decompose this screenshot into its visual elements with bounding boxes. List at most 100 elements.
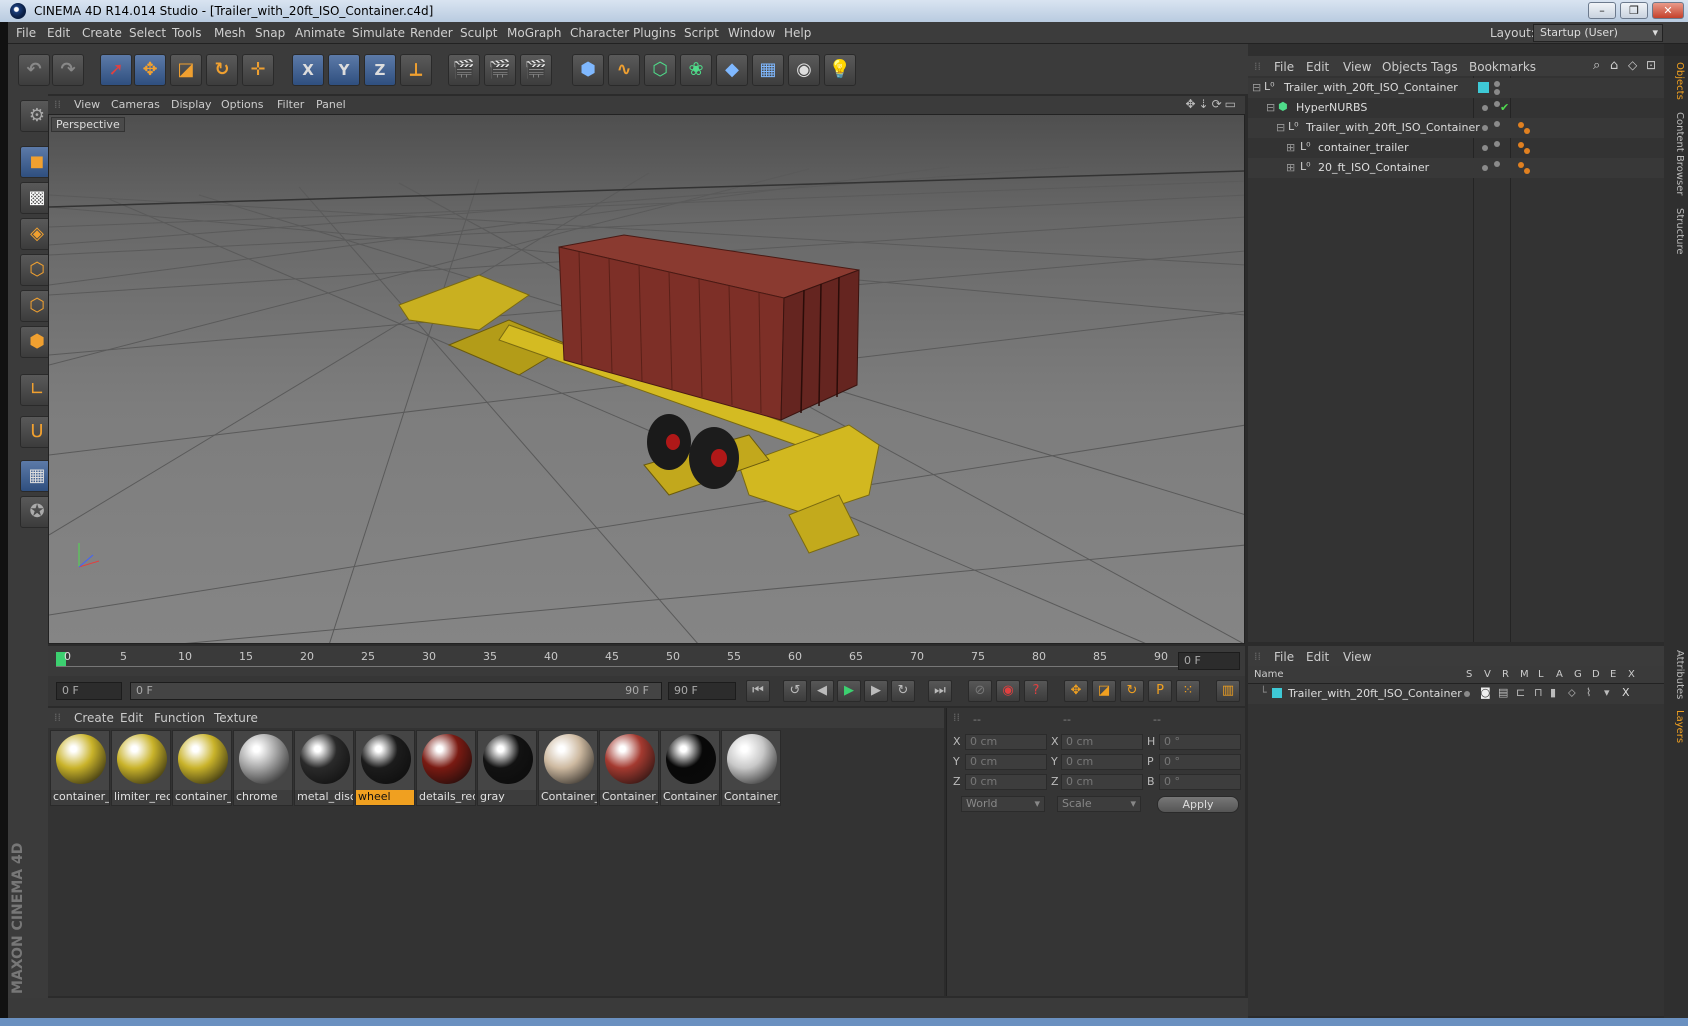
camera-icon[interactable]: ◉ bbox=[788, 54, 820, 86]
transform-tool-icon[interactable]: ✛ bbox=[242, 54, 274, 86]
menu-create[interactable]: Create bbox=[82, 26, 122, 40]
expand-icon[interactable]: ⊞ bbox=[1286, 141, 1295, 154]
material-menu-texture[interactable]: Texture bbox=[214, 711, 258, 725]
material-tag-icon[interactable] bbox=[1518, 122, 1524, 128]
material-tile[interactable]: Container_ bbox=[721, 730, 781, 806]
nurbs-icon[interactable]: ⬡ bbox=[644, 54, 676, 86]
size-mode-dropdown[interactable]: Scale ▾ bbox=[1057, 796, 1141, 812]
cube-object-icon[interactable]: ⬢ bbox=[572, 54, 604, 86]
menu-sculpt[interactable]: Sculpt bbox=[460, 26, 497, 40]
col-expressions[interactable]: E bbox=[1610, 669, 1616, 680]
render-settings-icon[interactable]: 🎬 bbox=[520, 54, 552, 86]
col-generators[interactable]: G bbox=[1574, 669, 1582, 680]
next-key-icon[interactable]: ↻ bbox=[891, 680, 915, 702]
material-tile[interactable]: Container bbox=[660, 730, 720, 806]
material-menu-create[interactable]: Create bbox=[74, 711, 114, 725]
axis-z-button[interactable]: Z bbox=[364, 54, 396, 86]
menu-window[interactable]: Window bbox=[728, 26, 775, 40]
film-icon[interactable]: ▮ bbox=[1550, 686, 1556, 699]
scale-tool-icon[interactable]: ◪ bbox=[170, 54, 202, 86]
viewport-camera-label[interactable]: Perspective bbox=[51, 117, 125, 132]
maximize-button[interactable]: ❐ bbox=[1620, 2, 1648, 19]
viewport-menu-filter[interactable]: Filter bbox=[277, 98, 304, 111]
pos-x-field[interactable]: 0 cm bbox=[965, 734, 1047, 750]
tab-content-browser[interactable]: Content Browser bbox=[1667, 112, 1685, 195]
object-row[interactable]: ⊟ L⁰ Trailer_with_20ft_ISO_Container bbox=[1248, 118, 1664, 138]
tab-layers[interactable]: Layers bbox=[1667, 710, 1685, 743]
go-to-end-icon[interactable]: ⏭ bbox=[928, 680, 952, 702]
col-name[interactable]: Name bbox=[1254, 669, 1284, 680]
deformer-icon[interactable]: ⌇ bbox=[1586, 686, 1591, 699]
current-frame-field[interactable]: 0 F bbox=[1178, 652, 1240, 670]
menu-render[interactable]: Render bbox=[410, 26, 453, 40]
viewport-menu-cameras[interactable]: Cameras bbox=[111, 98, 160, 111]
editor-dot[interactable] bbox=[1494, 161, 1500, 167]
material-tag-icon[interactable] bbox=[1518, 142, 1524, 148]
object-row[interactable]: ⊞ L⁰ container_trailer bbox=[1248, 138, 1664, 158]
size-x-field[interactable]: 0 cm bbox=[1061, 734, 1143, 750]
material-tile[interactable]: container_l bbox=[50, 730, 110, 806]
new-window-icon[interactable]: ⊡ bbox=[1646, 58, 1656, 72]
viewport-menu-display[interactable]: Display bbox=[171, 98, 212, 111]
material-tile[interactable]: metal_disc bbox=[294, 730, 354, 806]
editor-dot[interactable] bbox=[1494, 121, 1500, 127]
layer-color-swatch[interactable] bbox=[1272, 688, 1282, 698]
editor-dot[interactable] bbox=[1494, 141, 1500, 147]
om-menu-objects[interactable]: Objects bbox=[1382, 60, 1427, 74]
prev-key-icon[interactable]: ↺ bbox=[783, 680, 807, 702]
viewport-menu-options[interactable]: Options bbox=[221, 98, 263, 111]
floor-icon[interactable]: ▦ bbox=[752, 54, 784, 86]
rot-h-field[interactable]: 0 ° bbox=[1159, 734, 1241, 750]
menu-plugins[interactable]: Plugins bbox=[633, 26, 676, 40]
visibility-dot[interactable] bbox=[1482, 105, 1488, 111]
tab-structure[interactable]: Structure bbox=[1667, 208, 1685, 255]
render-view-icon[interactable]: 🎬 bbox=[448, 54, 480, 86]
menu-tools[interactable]: Tools bbox=[172, 26, 202, 40]
object-row[interactable]: ⊞ L⁰ 20_ft_ISO_Container bbox=[1248, 158, 1664, 178]
col-xref[interactable]: X bbox=[1628, 669, 1635, 680]
eye-icon[interactable]: ◙ bbox=[1480, 686, 1491, 699]
viewport-menu-panel[interactable]: Panel bbox=[316, 98, 346, 111]
tab-attributes[interactable]: Attributes bbox=[1667, 650, 1685, 699]
visibility-dot[interactable] bbox=[1482, 145, 1488, 151]
col-manager[interactable]: M bbox=[1520, 669, 1529, 680]
viewport-menu-view[interactable]: View bbox=[74, 98, 100, 111]
material-menu-edit[interactable]: Edit bbox=[120, 711, 143, 725]
move-tool-icon[interactable]: ✥ bbox=[134, 54, 166, 86]
material-tile[interactable]: Container_ bbox=[599, 730, 659, 806]
rot-p-field[interactable]: 0 ° bbox=[1159, 754, 1241, 770]
collapse-icon[interactable]: ⊟ bbox=[1266, 101, 1275, 114]
render-clapper-icon[interactable]: ▤ bbox=[1498, 686, 1508, 699]
menu-animate[interactable]: Animate bbox=[295, 26, 345, 40]
om-menu-view[interactable]: View bbox=[1343, 60, 1371, 74]
expand-icon[interactable]: ⊞ bbox=[1286, 161, 1295, 174]
live-selection-icon[interactable]: ➚ bbox=[100, 54, 132, 86]
tab-objects[interactable]: Objects bbox=[1667, 62, 1685, 100]
visibility-dot[interactable] bbox=[1482, 125, 1488, 131]
undo-icon[interactable]: ↶ bbox=[18, 54, 50, 86]
material-tile[interactable]: container_t bbox=[172, 730, 232, 806]
array-icon[interactable]: ❀ bbox=[680, 54, 712, 86]
key-pla-icon[interactable]: ⁙ bbox=[1176, 680, 1200, 702]
coord-mode-dropdown[interactable]: World ▾ bbox=[961, 796, 1045, 812]
manager-icon[interactable]: ⊏ bbox=[1516, 686, 1525, 699]
collapse-icon[interactable]: ⊟ bbox=[1276, 121, 1285, 134]
menu-mograph[interactable]: MoGraph bbox=[507, 26, 562, 40]
rotate-tool-icon[interactable]: ↻ bbox=[206, 54, 238, 86]
col-solo[interactable]: S bbox=[1466, 669, 1472, 680]
col-render[interactable]: R bbox=[1502, 669, 1509, 680]
om-menu-bookmarks[interactable]: Bookmarks bbox=[1469, 60, 1536, 74]
viewport-nav-icons[interactable]: ✥⇣⟳▭ bbox=[1185, 97, 1239, 111]
axis-x-button[interactable]: X bbox=[292, 54, 324, 86]
material-tag-icon[interactable] bbox=[1518, 162, 1524, 168]
col-animation[interactable]: A bbox=[1556, 669, 1563, 680]
menu-simulate[interactable]: Simulate bbox=[352, 26, 405, 40]
lm-menu-file[interactable]: File bbox=[1274, 650, 1294, 664]
solo-dot[interactable] bbox=[1464, 691, 1470, 697]
menu-mesh[interactable]: Mesh bbox=[214, 26, 246, 40]
perspective-viewport[interactable]: Perspective bbox=[48, 114, 1245, 644]
material-tag-icon[interactable] bbox=[1524, 168, 1530, 174]
col-locked[interactable]: L bbox=[1538, 669, 1544, 680]
light-icon[interactable]: 💡 bbox=[824, 54, 856, 86]
material-tile[interactable]: limiter_red bbox=[111, 730, 171, 806]
